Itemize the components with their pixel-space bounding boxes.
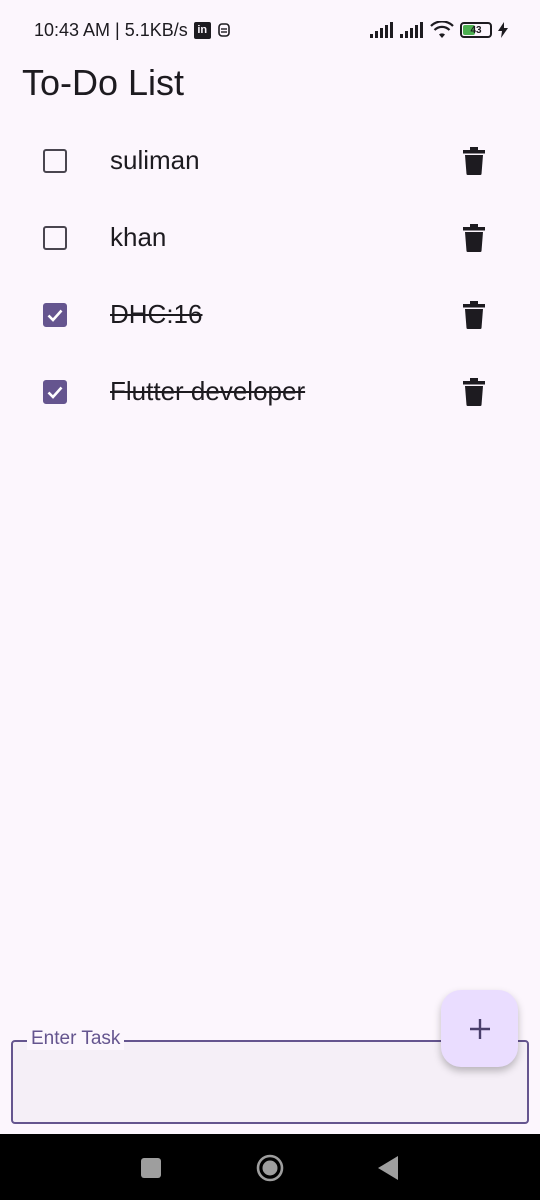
signal-icon (370, 22, 393, 38)
task-checkbox[interactable] (43, 148, 67, 173)
task-input-label: Enter Task (27, 1028, 125, 1050)
delete-icon[interactable] (462, 377, 486, 406)
charging-icon (498, 22, 508, 38)
status-bar: 10:43 AM | 5.1KB/s in 43 (0, 0, 540, 60)
task-checkbox[interactable] (43, 379, 67, 404)
recents-icon[interactable] (141, 1158, 161, 1178)
notification-icon (217, 23, 230, 37)
task-text: Flutter developer (110, 376, 306, 406)
todo-item: Flutter developer (0, 353, 540, 430)
add-task-button[interactable] (441, 990, 518, 1067)
page-title: To-Do List (22, 62, 185, 103)
back-icon[interactable] (378, 1156, 398, 1180)
todo-list: suliman khan DHC:16 Flutter developer (0, 122, 540, 430)
linkedin-icon: in (193, 21, 211, 39)
todo-item: DHC:16 (0, 276, 540, 353)
todo-item: suliman (0, 122, 540, 199)
task-text: suliman (110, 145, 200, 175)
signal-icon-2 (400, 22, 423, 38)
task-text: DHC:16 (110, 299, 203, 329)
plus-icon (469, 1018, 490, 1039)
check-icon (47, 386, 63, 399)
delete-icon[interactable] (462, 223, 486, 252)
task-input[interactable] (27, 1068, 507, 1108)
status-time-speed: 10:43 AM | 5.1KB/s (34, 19, 188, 40)
delete-icon[interactable] (462, 300, 486, 329)
home-icon[interactable] (256, 1154, 284, 1182)
task-checkbox[interactable] (43, 302, 67, 327)
status-left: 10:43 AM | 5.1KB/s in (34, 20, 231, 41)
task-checkbox[interactable] (43, 225, 67, 250)
todo-item: khan (0, 199, 540, 276)
status-right: 43 (370, 21, 508, 39)
delete-icon[interactable] (462, 146, 486, 175)
battery-level: 43 (470, 24, 482, 36)
wifi-icon (430, 21, 454, 38)
check-icon (47, 309, 63, 322)
task-text: khan (110, 222, 167, 252)
navigation-bar (0, 1134, 540, 1200)
battery-icon: 43 (460, 22, 492, 38)
